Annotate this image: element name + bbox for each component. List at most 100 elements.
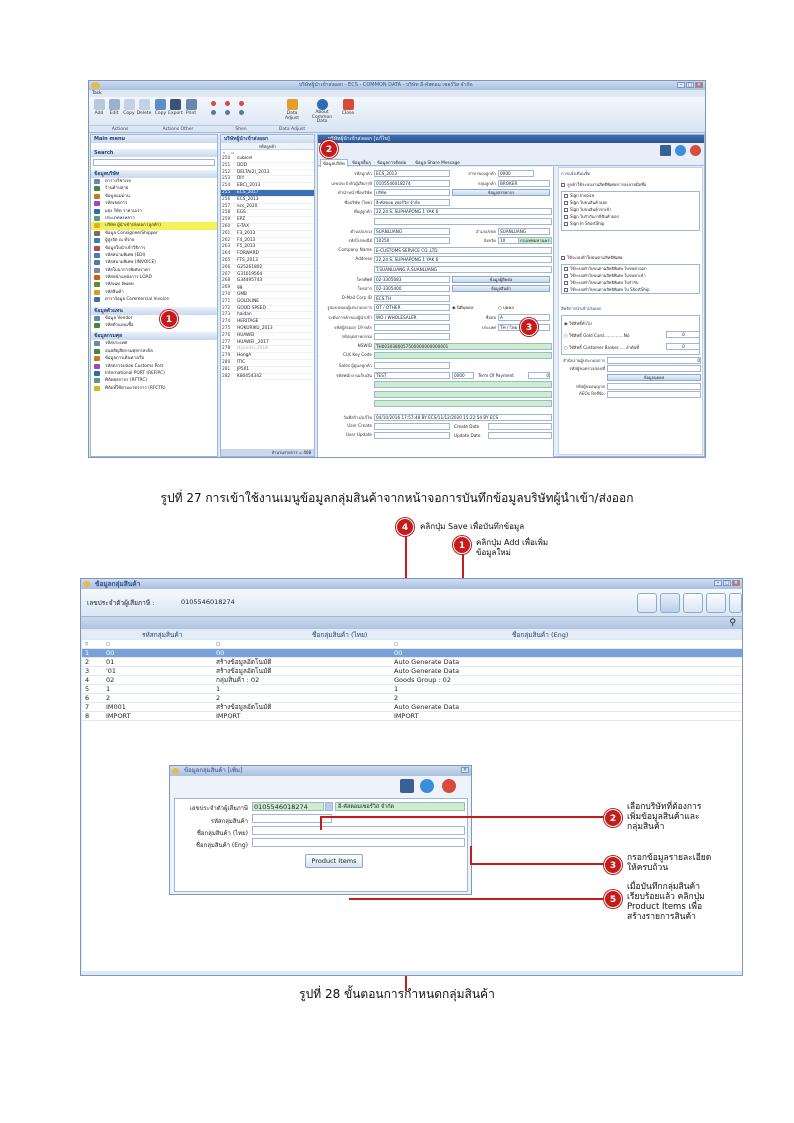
nav-item[interactable]: ตาราง้อมูล Commercial Invoice [91,296,217,303]
checkbox[interactable] [564,222,568,226]
form-input[interactable] [374,352,552,360]
list-item[interactable]: 270 GMB [221,292,314,299]
nav-item[interactable]: รหัสตัวแทนเชื้อ [91,322,217,329]
nav-item[interactable]: ผู้สูงจัด ณ ที่จ่าย [91,237,217,244]
tax-info-button[interactable]: ข้อมูลสรรพากร [452,189,550,197]
list-item[interactable]: 262 F4_2013 [221,238,314,245]
dlg-tax-dropdown[interactable] [325,802,333,811]
list-item[interactable]: 259 EPZ [221,217,314,224]
list-item[interactable]: 263 F5_2013 [221,244,314,252]
checkbox[interactable] [564,274,568,278]
nav-item[interactable]: รหัสเขตการ [91,200,217,207]
add-button[interactable] [660,593,680,613]
maximize-icon[interactable]: □ [686,82,694,88]
dlg-en-input[interactable] [252,838,465,847]
filter-th[interactable]: ▫ [216,640,220,649]
form-input[interactable]: อี-คัสตอม เซอร์วิส จำกัด [374,198,450,206]
list-item[interactable]: 276 HUAWEI [221,333,314,340]
form-input[interactable] [374,323,450,331]
nav-item[interactable]: รหัสใบนาการพิเศษราคา [91,267,217,274]
gold-no-input[interactable]: 0 [666,331,700,338]
form-input[interactable]: TH0030380057500000000000001 [374,342,552,350]
list-item[interactable]: 269 gg [221,285,314,292]
checkbox[interactable] [564,215,568,219]
nav-section-company[interactable]: ข้อมูลบริษัท [91,170,217,178]
list-item[interactable]: 272 GOOD SPEED [221,306,314,313]
ok-icon[interactable] [420,779,434,793]
form-input[interactable]: E-CUSTOMS SERVICE CO.,LTD. [374,246,552,254]
checkbox-item[interactable]: ใช้ระบบทำใบขนตามสิทธิพิเศษ ใบขนขาออก [562,265,699,272]
form-input[interactable]: T.SUANLUANG A.SUANLUANG [374,266,552,273]
form-input[interactable]: 22,24 S. SUPHAPONG 1 YAK 6 [374,256,552,264]
nav-item[interactable]: รหัสประเทศ [91,340,217,347]
radio-juristic[interactable]: ◉ นิติบุคคล [452,304,473,311]
ok-icon[interactable] [675,145,686,156]
list-item[interactable]: 274 HERITAGE [221,319,314,326]
nav-item[interactable]: รหัสหน้าแหล่งการ LOAD [91,274,217,281]
close-icon[interactable]: × [732,580,740,586]
list-item[interactable]: 260 E-TAX [221,224,314,231]
credit-input[interactable]: 0000 [452,371,474,379]
filter-code[interactable]: ▫ [106,640,110,649]
list-item[interactable]: 250 cubicel [221,156,314,163]
checkbox-item[interactable]: ใช้ระบบทำใบขนตามสิทธิพิเศษ ใบขนขาเข้า [562,272,699,279]
nav-item[interactable]: International PORT (REFIPC) [91,370,217,377]
form-input[interactable]: 02-3305083 [374,275,450,283]
list-item[interactable]: 278 Hyundai_2018 [221,346,314,354]
nav-item[interactable]: ข้อมูล Consignee/Shipper [91,230,217,237]
about-button[interactable]: About Common Data [309,99,335,125]
save-icon[interactable] [400,779,414,793]
form-input[interactable] [374,362,450,369]
grid-filter-row[interactable]: ▿ ▫ ▫ ▫ [82,640,742,649]
ribbon-tab[interactable]: Task [89,90,705,97]
term-input[interactable]: 0 [528,371,550,379]
list-item[interactable]: 282 K80454342 [221,374,314,381]
priv-opt-general[interactable]: ◉ ใช้สิทธิ์ทั่วไป [564,320,592,327]
close-icon[interactable]: × [461,767,469,773]
form-input[interactable]: 0000 [498,170,534,177]
extra-input-1[interactable]: 0 [607,357,701,364]
checkbox[interactable] [564,194,568,198]
table-row[interactable]: 5 1 1 1 [82,685,742,694]
dlg-th-input[interactable] [252,826,465,835]
form-input[interactable]: ECS_2013 [374,170,450,177]
search-header[interactable]: Search [91,149,217,157]
close-icon[interactable]: × [695,82,703,88]
nav-item[interactable]: รหัสสินค้า [91,289,217,296]
export-button[interactable]: Export [168,99,183,116]
nav-item[interactable]: ร้านค้าปลาย [91,185,217,192]
extra-input-3[interactable] [607,383,701,390]
cancel-icon[interactable] [690,145,701,156]
priv-opt-gold[interactable]: ○ ใช้สิทธิ์ Gold Card...............No [564,332,630,339]
nav-section-agent[interactable]: ข้อมูลตัวแทน [91,306,217,315]
delete-button[interactable]: Delete [136,99,152,116]
priv-panel-sub[interactable]: ใช้ระบบทำใบขนตามสิทธิพิเศษ [559,232,702,263]
list-item[interactable]: 255 ECS_2017 [221,189,314,197]
checkbox[interactable] [564,288,568,292]
form-input[interactable]: 10250 [374,237,450,245]
nav-item[interactable]: ประเภทหงหลาว [91,215,217,222]
table-row[interactable]: 4 02 กลุ่มสินค้า : 02 Goods Group : 02 [82,676,742,685]
nav-item[interactable]: ผลุ่ง รีษัท ราคาเอร่า [91,208,217,215]
extra-input-2[interactable] [607,365,701,372]
form-input[interactable]: TEST [374,371,450,379]
copy-button[interactable] [706,593,726,613]
close-button[interactable]: Close [339,99,357,116]
col-code[interactable]: รหัสกลุ่มสินค้า [142,631,182,640]
nav-section-customs[interactable]: ข้อมูลกรมศุล [91,332,217,341]
form-input[interactable] [374,218,552,225]
delete-button[interactable] [729,593,742,613]
list-item[interactable]: 279 HongA [221,353,314,360]
checkbox-item[interactable]: ใช้ระบบทำใบขนตามสิทธิพิเศษ ใบ ShortShip [562,286,699,293]
list-item[interactable]: 254 EBC)_2013 [221,183,314,190]
checkbox-item[interactable]: Sign ใบกำกับภาษีสินค้าออก [562,213,699,220]
list-item[interactable]: 281 JP501 [221,367,314,374]
list-item[interactable]: 265 FTS_2013 [221,258,314,265]
list-item[interactable]: 268 G34495743 [221,278,314,286]
checkbox-item[interactable]: Sign Invoice [562,192,699,199]
table-row[interactable]: 2 01 สร้างข้อมูลอัตโนมัติ Auto Generate Dat… [82,658,742,667]
form-input[interactable]: ECS.TH [374,294,450,302]
list-item[interactable]: 275 HOKURIKU_2013 [221,326,314,333]
list-item[interactable]: 251 DDD [221,163,314,170]
edit-button[interactable] [683,593,703,613]
